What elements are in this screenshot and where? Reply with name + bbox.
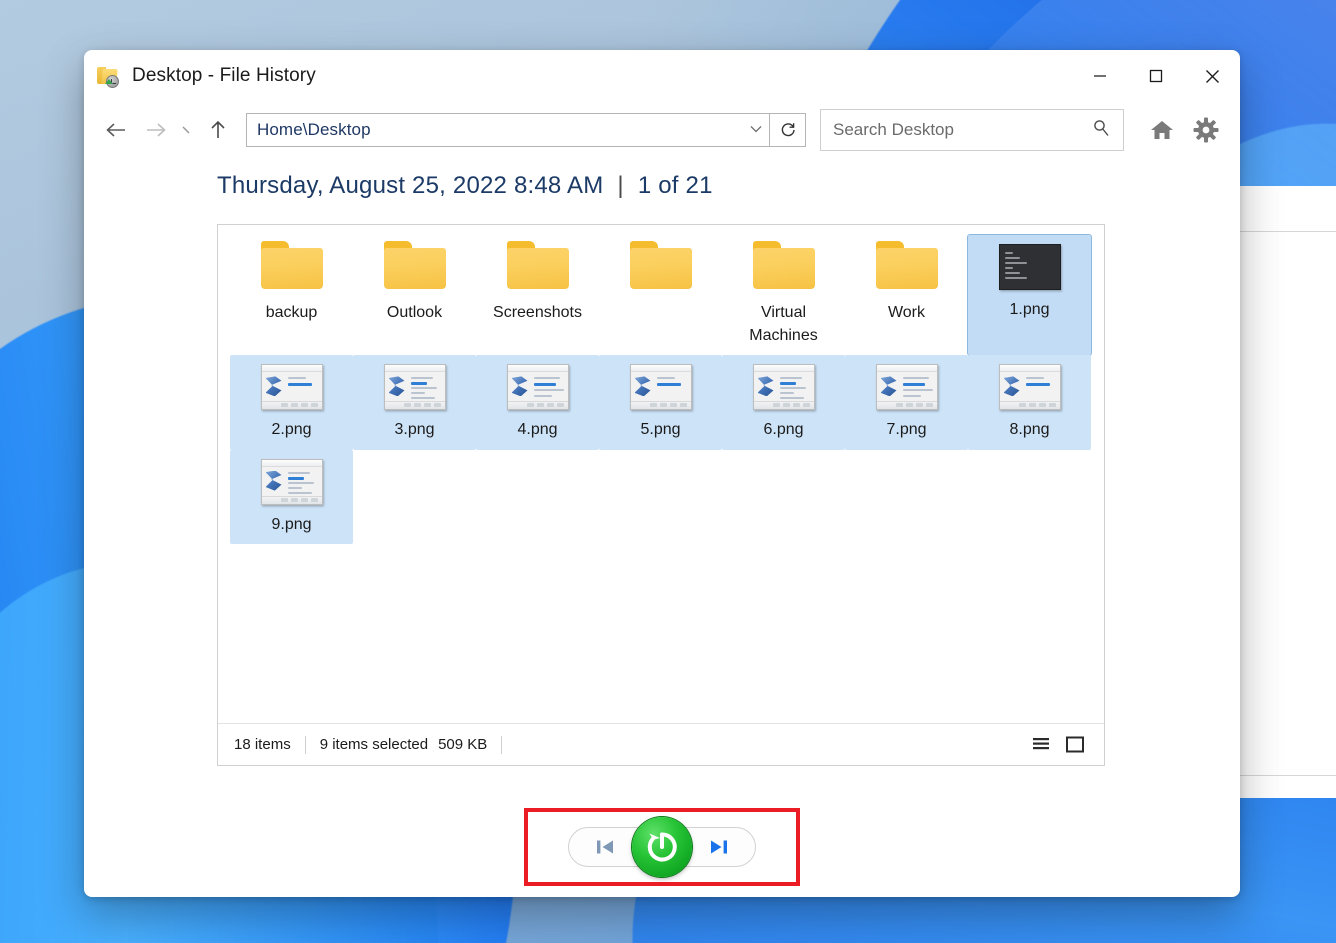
folder-item[interactable] xyxy=(599,235,722,355)
file-item[interactable]: 9.png xyxy=(230,449,353,544)
item-label: backup xyxy=(265,304,318,321)
up-arrow-icon[interactable] xyxy=(198,110,238,150)
folder-icon xyxy=(259,241,325,295)
selection-count: 9 items selected xyxy=(319,736,429,753)
folder-icon xyxy=(382,241,448,295)
folder-history-icon xyxy=(96,64,122,88)
desktop-background: Friday, Desktop - File History xyxy=(0,0,1336,943)
refresh-icon[interactable] xyxy=(770,113,806,147)
search-icon[interactable] xyxy=(1091,118,1111,143)
file-grid[interactable]: backup Outlook Screenshots Virtual Machines… xyxy=(218,225,1104,723)
previous-version-icon xyxy=(597,840,613,854)
file-thumbnail xyxy=(628,361,694,413)
restore-icon xyxy=(647,832,677,862)
folder-item[interactable]: Work xyxy=(845,235,968,355)
item-count: 18 items xyxy=(234,736,291,753)
file-thumbnail xyxy=(259,361,325,413)
item-label: 6.png xyxy=(763,421,804,439)
folder-icon xyxy=(751,241,817,295)
selection-size: 509 KB xyxy=(438,736,488,753)
forward-arrow-icon[interactable] xyxy=(136,110,176,150)
version-navigation-cluster xyxy=(554,817,770,877)
next-version-icon xyxy=(711,840,727,854)
search-box[interactable] xyxy=(820,109,1124,151)
item-label: Outlook xyxy=(386,304,443,321)
restore-button[interactable] xyxy=(632,817,692,877)
file-thumbnail xyxy=(997,241,1063,293)
gear-icon[interactable] xyxy=(1184,108,1228,152)
item-label: 7.png xyxy=(886,421,927,439)
file-item[interactable]: 5.png xyxy=(599,355,722,450)
list-view-icon[interactable] xyxy=(1026,731,1056,759)
address-value: Home\Desktop xyxy=(257,120,371,139)
version-date: Thursday, August 25, 2022 8:48 AM xyxy=(217,172,604,199)
folder-item[interactable]: backup xyxy=(230,235,353,355)
file-list-panel: backup Outlook Screenshots Virtual Machines… xyxy=(217,224,1105,766)
file-history-window: Desktop - File History Home\Desktop Sear… xyxy=(84,50,1240,897)
item-label: Work xyxy=(887,304,926,321)
search-input[interactable] xyxy=(833,120,1091,140)
address-bar[interactable]: Home\Desktop xyxy=(246,113,770,147)
item-label: 2.png xyxy=(271,421,312,439)
item-label: 8.png xyxy=(1009,421,1050,439)
folder-item[interactable]: Virtual Machines xyxy=(722,235,845,355)
file-item[interactable]: 3.png xyxy=(353,355,476,450)
item-label: Screenshots xyxy=(493,304,582,321)
close-button[interactable] xyxy=(1184,50,1240,102)
status-divider xyxy=(304,735,306,754)
file-thumbnail xyxy=(997,361,1063,413)
back-arrow-icon[interactable] xyxy=(96,110,136,150)
file-item[interactable]: 8.png xyxy=(968,355,1091,450)
folder-item[interactable]: Outlook xyxy=(353,235,476,355)
window-controls xyxy=(1072,50,1240,102)
version-position: 1 of 21 xyxy=(637,172,713,199)
version-navigation-highlight xyxy=(524,808,800,886)
navigation-toolbar: Home\Desktop xyxy=(84,102,1240,158)
file-thumbnail xyxy=(874,361,940,413)
minimize-button[interactable] xyxy=(1072,50,1128,102)
folder-icon xyxy=(628,241,694,295)
folder-icon xyxy=(505,241,571,295)
status-divider xyxy=(501,735,503,754)
recent-locations-chevron-down-icon[interactable] xyxy=(176,110,198,150)
address-chevron-down-icon[interactable] xyxy=(749,121,763,139)
file-item[interactable]: 1.png xyxy=(967,233,1092,357)
status-bar: 18 items 9 items selected 509 KB xyxy=(218,723,1104,765)
item-label: 1.png xyxy=(1009,301,1050,318)
file-thumbnail xyxy=(505,361,571,413)
file-item[interactable]: 7.png xyxy=(845,355,968,450)
large-icons-view-icon[interactable] xyxy=(1060,731,1090,759)
header-separator: | xyxy=(617,172,624,199)
file-thumbnail xyxy=(751,361,817,413)
title-bar: Desktop - File History xyxy=(84,50,1240,102)
item-label: 3.png xyxy=(394,421,435,439)
item-label: 5.png xyxy=(640,421,681,439)
folder-icon xyxy=(874,241,940,295)
version-date-header: Thursday, August 25, 2022 8:48 AM | 1 of… xyxy=(217,172,1240,200)
file-item[interactable]: 2.png xyxy=(230,355,353,450)
item-label: Virtual Machines xyxy=(749,304,818,345)
file-thumbnail xyxy=(259,456,325,508)
file-item[interactable]: 6.png xyxy=(722,355,845,450)
file-item[interactable]: 4.png xyxy=(476,355,599,450)
folder-item[interactable]: Screenshots xyxy=(476,235,599,355)
item-label: 4.png xyxy=(517,421,558,439)
file-thumbnail xyxy=(382,361,448,413)
window-title: Desktop - File History xyxy=(132,65,316,86)
maximize-button[interactable] xyxy=(1128,50,1184,102)
home-icon[interactable] xyxy=(1140,108,1184,152)
item-label: 9.png xyxy=(271,515,312,533)
